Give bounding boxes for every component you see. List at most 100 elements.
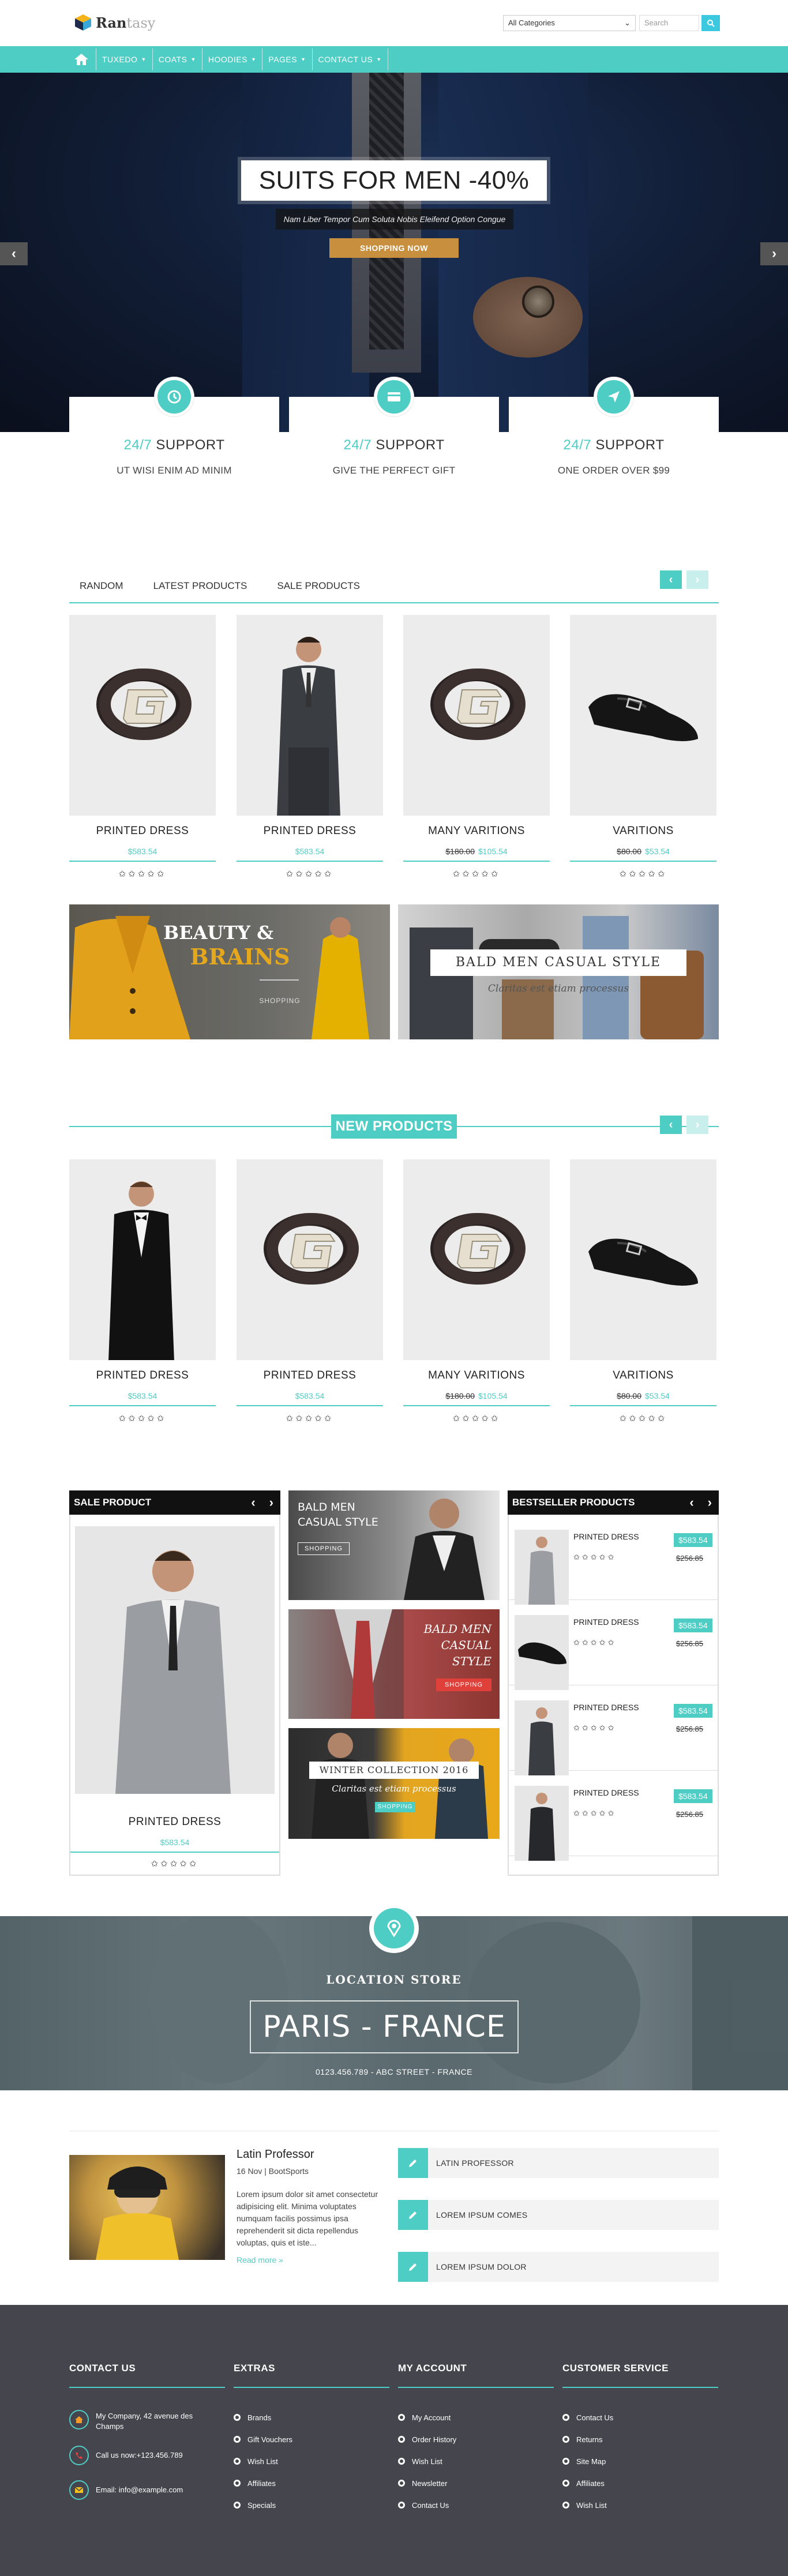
bullet-icon <box>562 2414 569 2421</box>
location-label: LOCATION STORE <box>326 1973 462 1987</box>
product-name[interactable]: PRINTED DRESS <box>69 825 216 838</box>
nav-item-hoodies[interactable]: HOODIES ▼ <box>201 48 262 70</box>
carousel-prev-button[interactable]: ‹ <box>660 570 682 589</box>
carousel-next-button[interactable]: › <box>686 1116 708 1134</box>
card-icon <box>374 377 414 416</box>
product-name[interactable]: MANY VARITIONS <box>403 825 550 838</box>
footer-link[interactable]: Specials <box>234 2494 292 2516</box>
slider-next-button[interactable]: › <box>760 242 788 265</box>
tab-sale-products[interactable]: SALE PRODUCTS <box>277 573 370 599</box>
footer-link[interactable]: Contact Us <box>562 2406 613 2428</box>
divider <box>237 1405 383 1406</box>
divider <box>69 2387 225 2388</box>
product-image-shoe[interactable] <box>570 615 716 816</box>
banner-shopping-link[interactable]: SHOPPING <box>242 997 317 1005</box>
product-image-man-tuxedo[interactable] <box>69 1159 216 1360</box>
product-name[interactable]: PRINTED DRESS <box>237 825 383 838</box>
bestseller-image[interactable] <box>515 1530 569 1605</box>
product-name[interactable]: PRINTED DRESS <box>237 1369 383 1382</box>
site-logo[interactable]: Rantasy <box>74 13 155 32</box>
footer-link[interactable]: Returns <box>562 2428 613 2450</box>
blog-image[interactable] <box>69 2155 225 2260</box>
footer-link[interactable]: Wish List <box>234 2450 292 2472</box>
footer-link[interactable]: Site Map <box>562 2450 613 2472</box>
bullet-icon <box>562 2502 569 2509</box>
star-rating: ✩✩✩✩✩ <box>151 1859 199 1869</box>
product-price: $583.54 <box>295 847 325 856</box>
tab-latest-products[interactable]: LATEST PRODUCTS <box>153 573 258 599</box>
product-image-belt[interactable] <box>237 1159 383 1360</box>
star-rating: ✩✩✩✩✩ <box>118 869 167 879</box>
product-name[interactable]: PRINTED DRESS <box>69 1369 216 1382</box>
product-name[interactable]: VARITIONS <box>570 825 716 838</box>
footer-link[interactable]: Affiliates <box>562 2472 613 2494</box>
location-badge <box>369 1903 419 1953</box>
product-image-belt[interactable] <box>403 1159 550 1360</box>
bestseller-image[interactable] <box>515 1615 569 1690</box>
footer-link[interactable]: My Account <box>398 2406 456 2428</box>
blog-link-item[interactable]: LATIN PROFESSOR <box>398 2148 719 2178</box>
bullet-icon <box>398 2436 405 2443</box>
tab-random[interactable]: RANDOM <box>69 573 134 599</box>
shop-now-button[interactable]: SHOPPING NOW <box>329 238 459 258</box>
search-input[interactable]: Search <box>639 15 699 31</box>
bestseller-price: $583.54 <box>674 1619 712 1632</box>
blog-title[interactable]: Latin Professor <box>237 2148 314 2161</box>
divider <box>398 2387 554 2388</box>
nav-item-pages[interactable]: PAGES ▼ <box>262 48 312 70</box>
bestseller-name[interactable]: PRINTED DRESS <box>573 1532 639 1541</box>
product-name[interactable]: VARITIONS <box>570 1369 716 1382</box>
chevron-right-icon[interactable]: › <box>269 1495 273 1510</box>
category-select[interactable]: All Categories ⌄ <box>503 15 636 31</box>
product-name[interactable]: MANY VARITIONS <box>403 1369 550 1382</box>
sale-product-image[interactable] <box>75 1526 275 1794</box>
carousel-next-button[interactable]: › <box>686 570 708 589</box>
bestseller-image[interactable] <box>515 1700 569 1775</box>
nav-item-contact[interactable]: CONTACT US ▼ <box>312 48 388 70</box>
chevron-left-icon[interactable]: ‹ <box>251 1495 255 1510</box>
star-rating: ✩✩✩✩✩ <box>452 869 501 879</box>
search-button[interactable] <box>701 15 720 31</box>
carousel-prev-button[interactable]: ‹ <box>660 1116 682 1134</box>
chevron-left-icon[interactable]: ‹ <box>689 1495 693 1510</box>
bestseller-name[interactable]: PRINTED DRESS <box>573 1703 639 1712</box>
product-name[interactable]: PRINTED DRESS <box>69 1816 280 1828</box>
bestseller-header: BESTSELLER PRODUCTS ‹ › <box>508 1490 719 1515</box>
footer-link[interactable]: Wish List <box>562 2494 613 2516</box>
product-image-belt[interactable] <box>403 615 550 816</box>
contact-phone[interactable]: Call us now:+123.456.789 <box>96 2450 223 2461</box>
home-button[interactable] <box>67 48 96 70</box>
nav-item-coats[interactable]: COATS ▼ <box>152 48 202 70</box>
footer-link[interactable]: Brands <box>234 2406 292 2428</box>
bestseller-price: $583.54 <box>674 1704 712 1718</box>
footer-link[interactable]: Contact Us <box>398 2494 456 2516</box>
product-image-belt[interactable] <box>69 615 216 816</box>
product-image-man-grey-suit[interactable] <box>237 615 383 816</box>
read-more-link[interactable]: Read more » <box>237 2255 283 2265</box>
bestseller-name[interactable]: PRINTED DRESS <box>573 1617 639 1627</box>
product-image-shoe[interactable] <box>570 1159 716 1360</box>
blog-link-item[interactable]: LOREM IPSUM DOLOR <box>398 2252 719 2282</box>
sale-product-header: SALE PRODUCT ‹ › <box>69 1490 280 1515</box>
banner-shopping-button[interactable]: SHOPPING <box>298 1542 350 1555</box>
banner-shopping-button[interactable]: SHOPPING <box>436 1678 491 1691</box>
nav-item-tuxedo[interactable]: TUXEDO ▼ <box>96 48 152 70</box>
banner-shopping-button[interactable]: SHOPPING <box>375 1802 415 1812</box>
slider-prev-button[interactable]: ‹ <box>0 242 28 265</box>
star-rating: ✩✩✩✩✩ <box>573 1553 617 1561</box>
hero-title: SUITS FOR MEN -40% <box>241 160 547 201</box>
clock-icon <box>155 377 194 416</box>
footer-link[interactable]: Newsletter <box>398 2472 456 2494</box>
support-subtitle: GIVE THE PERFECT GIFT <box>332 465 456 476</box>
footer-link[interactable]: Wish List <box>398 2450 456 2472</box>
bestseller-image[interactable] <box>515 1786 569 1861</box>
footer-link[interactable]: Affiliates <box>234 2472 292 2494</box>
chevron-right-icon[interactable]: › <box>708 1495 712 1510</box>
blog-link-item[interactable]: LOREM IPSUM COMES <box>398 2200 719 2230</box>
footer-link[interactable]: Gift Vouchers <box>234 2428 292 2450</box>
contact-email[interactable]: Email: info@example.com <box>96 2485 223 2495</box>
footer-link[interactable]: Order History <box>398 2428 456 2450</box>
bestseller-name[interactable]: PRINTED DRESS <box>573 1788 639 1797</box>
footer-heading: CUSTOMER SERVICE <box>562 2363 669 2374</box>
bullet-icon <box>398 2458 405 2465</box>
